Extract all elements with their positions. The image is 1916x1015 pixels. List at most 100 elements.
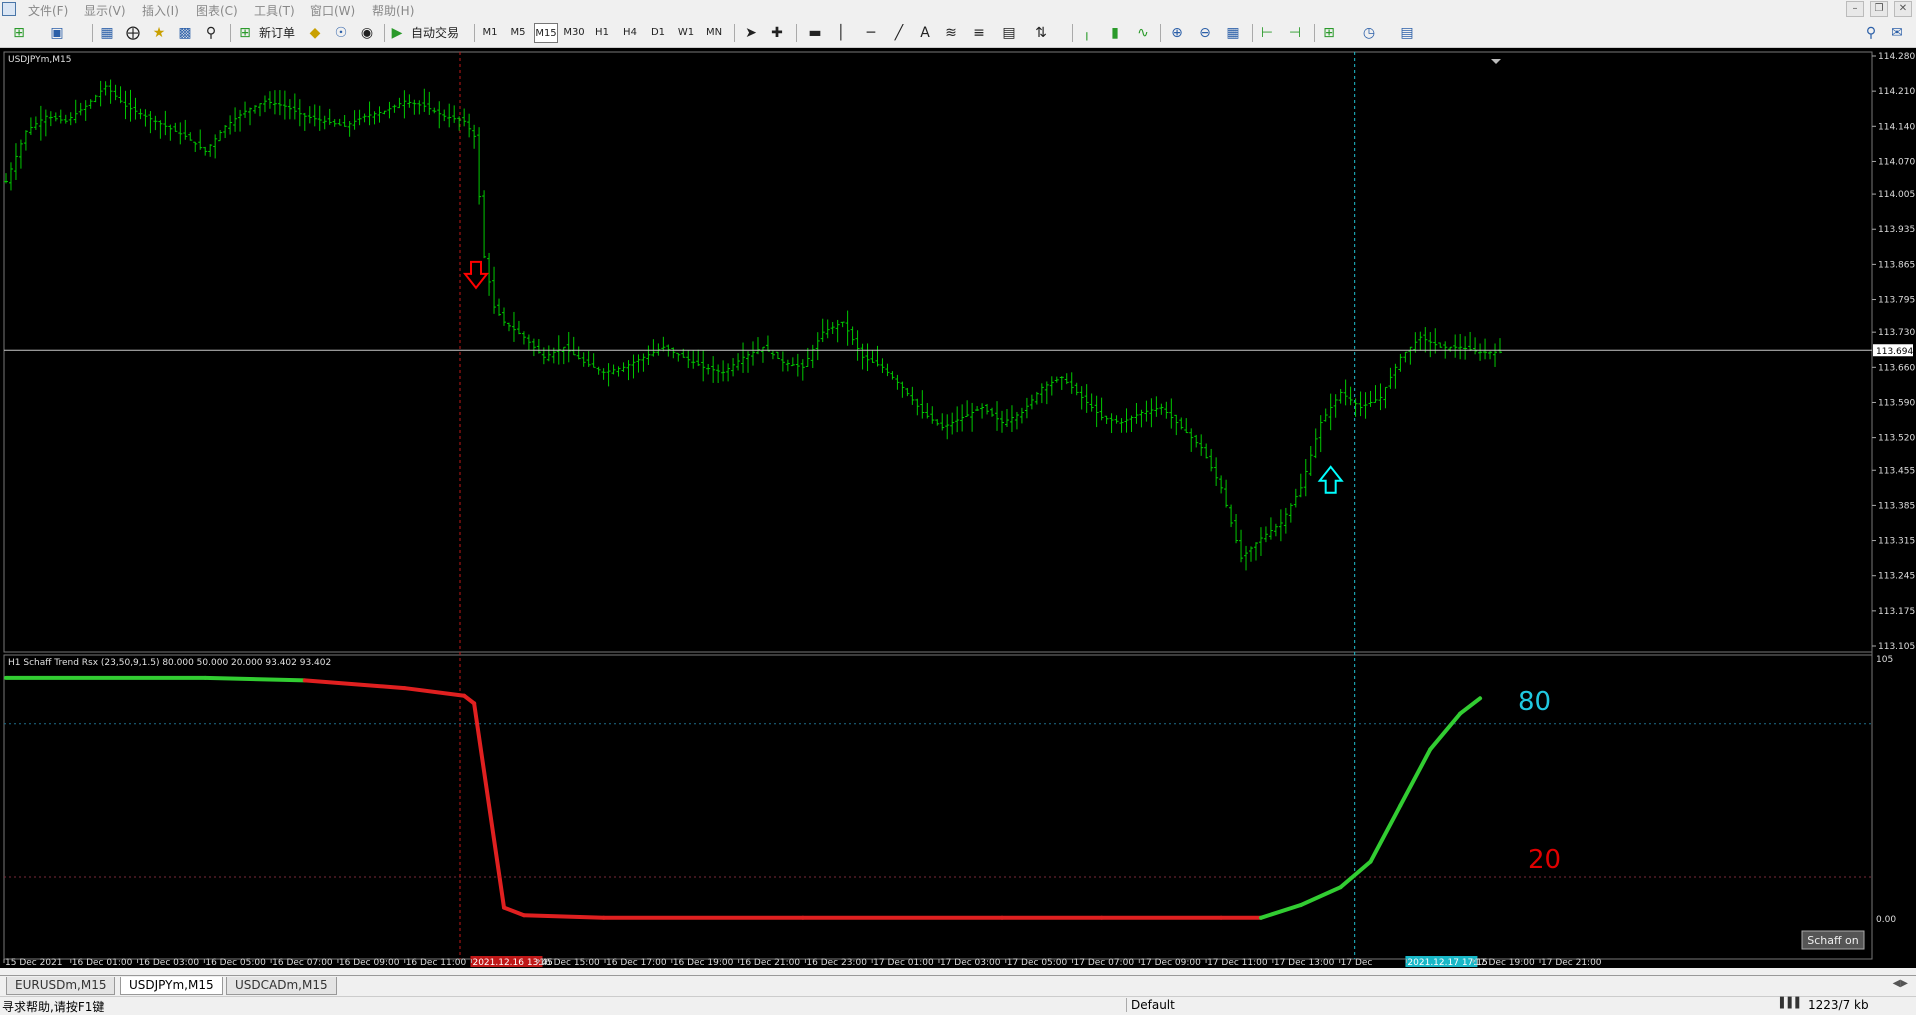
time-tick-label: 16 Dec 03:00 (139, 958, 200, 968)
menu-file[interactable]: 文件(F) (28, 2, 68, 19)
trendline-icon[interactable]: ╱ (888, 23, 910, 43)
bar-chart-icon[interactable]: ╷ (1076, 23, 1098, 43)
menu-tools[interactable]: 工具(T) (254, 2, 295, 19)
schaff-line-segment (203, 675, 307, 683)
price-tick-label: 113.175 (1878, 607, 1915, 617)
time-tick-label: 17 Dec 11:00 (1207, 958, 1268, 968)
schaff-line-segment (1368, 803, 1403, 864)
price-tick-label: 113.520 (1878, 434, 1915, 444)
close-icon[interactable]: ✕ (1894, 1, 1912, 17)
templates-icon[interactable]: ▤ (1396, 23, 1418, 43)
price-tick-label: 114.210 (1878, 87, 1915, 97)
chat-icon[interactable]: ✉ (1886, 23, 1908, 43)
meta-editor-icon[interactable]: ◆ (304, 23, 326, 43)
time-tick-label: 17 Dec 21:00 (1541, 958, 1602, 968)
time-tick-label: 16 Dec 23:00 (806, 958, 867, 968)
time-tick-label: 16 Dec 09:00 (339, 958, 400, 968)
restore-icon[interactable]: ❐ (1870, 1, 1888, 17)
chart-tabs-bar: EURUSDm,M15 USDJPYm,M15 USDCADm,M15 ◀▶ (0, 975, 1916, 996)
toolbar: ⊞ ▣ ▦ ⨁ ★ ▩ ⚲ ⊞ 新订单 ◆ ☉ ◉ ▶ 自动交易 M1 M5 M… (0, 19, 1916, 48)
menu-window[interactable]: 窗口(W) (310, 2, 355, 19)
vertical-line-icon[interactable]: │ (830, 23, 852, 43)
profiles-icon[interactable]: ▣ (46, 23, 68, 43)
arrows-icon[interactable]: ⇅ (1030, 23, 1052, 43)
tile-windows-icon[interactable]: ▦ (1222, 23, 1244, 43)
fibonacci-icon[interactable]: ≋ (940, 23, 962, 43)
time-tick-label: 17 Dec 03:00 (940, 958, 1001, 968)
new-order-icon[interactable]: ⊞ (234, 23, 256, 43)
time-tick-label: 16 Dec 01:00 (72, 958, 133, 968)
sell-arrow-icon (462, 260, 490, 290)
chart-shift-icon[interactable]: ⊢ (1256, 23, 1278, 43)
auto-trading-icon[interactable]: ▶ (386, 23, 408, 43)
price-tick-label: 114.005 (1878, 190, 1915, 200)
periods-icon[interactable]: ◷ (1358, 23, 1380, 43)
tab-eurusd[interactable]: EURUSDm,M15 (6, 977, 116, 995)
tf-h4-button[interactable]: H4 (618, 23, 642, 43)
tf-w1-button[interactable]: W1 (674, 23, 698, 43)
schaff-line-segment (302, 678, 407, 691)
text-tool-icon[interactable]: A (914, 23, 936, 43)
price-tick-label: 113.105 (1878, 642, 1915, 652)
tf-m1-button[interactable]: M1 (478, 23, 502, 43)
horizontal-line-icon[interactable]: ─ (860, 23, 882, 43)
tf-m30-button[interactable]: M30 (562, 23, 586, 43)
market-icon[interactable]: ◉ (356, 23, 378, 43)
tabs-scroll-icon[interactable]: ◀▶ (1893, 978, 1908, 989)
indicators-icon[interactable]: ⊞ (1318, 23, 1340, 43)
crosshair-icon[interactable]: ✚ (766, 23, 788, 43)
new-order-button[interactable]: 新订单 (256, 23, 298, 43)
tester-icon[interactable]: ⚲ (200, 23, 222, 43)
indicator-axis-top: 105 (1876, 655, 1893, 665)
zoom-in-icon[interactable]: ⊕ (1166, 23, 1188, 43)
minimize-icon[interactable]: – (1846, 1, 1864, 17)
search-icon[interactable]: ⚲ (1860, 23, 1882, 43)
tab-usdcad[interactable]: USDCADm,M15 (226, 977, 337, 995)
price-tick-label: 113.385 (1878, 501, 1915, 511)
menu-help[interactable]: 帮助(H) (372, 2, 414, 19)
menu-insert[interactable]: 插入(I) (142, 2, 179, 19)
cursor-icon[interactable]: ➤ (740, 23, 762, 43)
time-tick-label: 17 Dec 09:00 (1140, 958, 1201, 968)
autoscroll-icon[interactable]: ⊣ (1284, 23, 1306, 43)
channel-icon[interactable]: ≡ (968, 23, 990, 43)
buy-arrow-icon (1317, 465, 1344, 494)
chart-window[interactable]: 113.694 114.280 114.210 114.140 114.070 114.… (0, 48, 1916, 968)
tf-mn-button[interactable]: MN (702, 23, 726, 43)
favorites-icon[interactable]: ★ (148, 23, 170, 43)
symbol-label: USDJPYm,M15 (8, 55, 71, 65)
menu-view[interactable]: 显示(V) (84, 2, 126, 19)
time-tick-label: 16 Dec 21:00 (740, 958, 801, 968)
auto-trading-button[interactable]: 自动交易 (408, 23, 462, 43)
tf-m5-button[interactable]: M5 (506, 23, 530, 43)
time-tick-label: 16 Dec 05:00 (205, 958, 266, 968)
time-tick-label: 16 Dec 19:00 (673, 958, 734, 968)
menu-charts[interactable]: 图表(C) (196, 2, 238, 19)
tf-h1-button[interactable]: H1 (590, 23, 614, 43)
zoom-out-icon[interactable]: ⊖ (1194, 23, 1216, 43)
status-bar: 寻求帮助,请按F1键 Default ▌▌▌ 1223/7 kb (0, 996, 1916, 1014)
label-tool-icon[interactable]: ▤ (998, 23, 1020, 43)
price-tick-label: 114.280 (1878, 52, 1915, 62)
schaff-on-button-label: Schaff on (1807, 934, 1859, 947)
price-tick-label: 113.455 (1878, 466, 1915, 476)
chart-canvas[interactable]: 113.694 114.280 114.210 114.140 114.070 114.… (0, 48, 1916, 968)
terminal-icon[interactable]: ▩ (174, 23, 196, 43)
market-watch-icon[interactable]: ▦ (96, 23, 118, 43)
tab-usdjpy[interactable]: USDJPYm,M15 (120, 977, 223, 995)
new-chart-icon[interactable]: ⊞ (8, 23, 30, 43)
price-tick-label: 114.140 (1878, 122, 1915, 132)
line-chart-icon[interactable]: ∿ (1132, 23, 1154, 43)
candles-icon[interactable]: ▮ (1104, 23, 1126, 43)
price-tick-label: 113.795 (1878, 296, 1915, 306)
signals-icon[interactable]: ☉ (330, 23, 352, 43)
status-help: 寻求帮助,请按F1键 (2, 1000, 105, 1014)
tf-m15-button[interactable]: M15 (534, 23, 558, 43)
price-tick-label: 113.590 (1878, 398, 1915, 408)
tf-d1-button[interactable]: D1 (646, 23, 670, 43)
price-tick-label: 113.660 (1878, 363, 1915, 373)
menu-bar: 文件(F) 显示(V) 插入(I) 图表(C) 工具(T) 窗口(W) 帮助(H… (0, 0, 1916, 18)
rectangle-icon[interactable]: ▬ (804, 23, 826, 43)
current-price-value: 113.694 (1876, 347, 1913, 357)
navigator-icon[interactable]: ⨁ (122, 23, 144, 43)
